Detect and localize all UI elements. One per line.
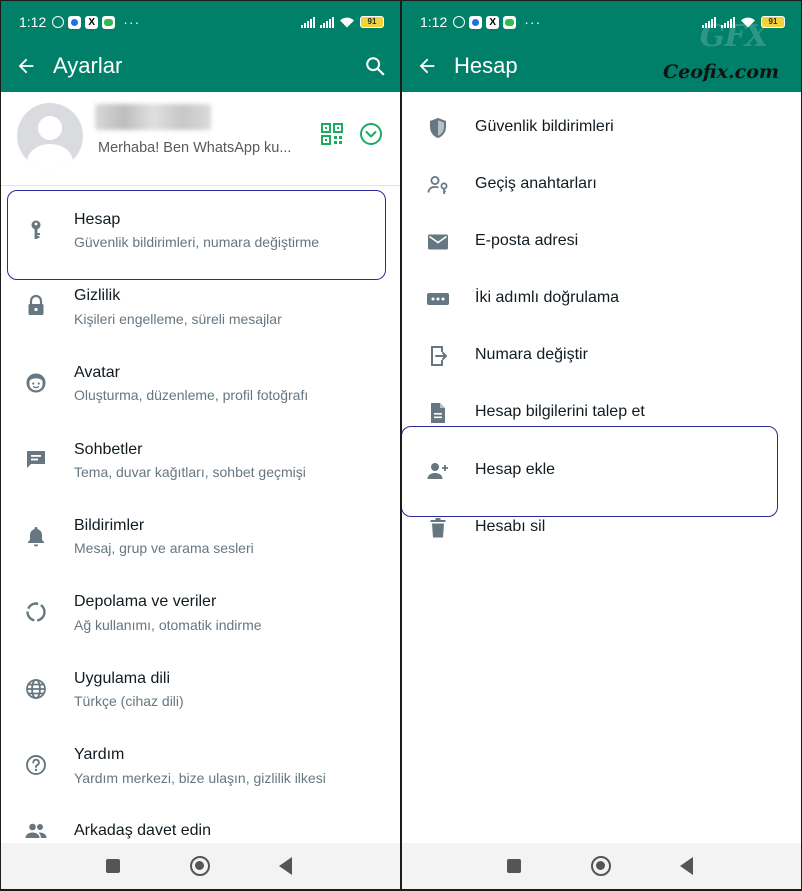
watermark-logo: GFX: [699, 19, 768, 54]
chat-icon: [27, 451, 45, 468]
bell-icon: [28, 527, 44, 547]
back-button[interactable]: [279, 857, 292, 875]
account-item-email[interactable]: E-posta adresi: [402, 214, 801, 271]
account-item-title: İki adımlı doğrulama: [475, 289, 620, 306]
settings-item-title: Gizlilik: [74, 287, 121, 304]
account-item-security-notifications[interactable]: Güvenlik bildirimleri: [402, 100, 801, 157]
help-icon: [26, 755, 46, 775]
trash-icon: [430, 518, 446, 538]
account-item-passkeys[interactable]: Geçiş anahtarları: [402, 157, 801, 214]
home-button[interactable]: [591, 856, 611, 876]
settings-item-subtitle: Mesaj, grup ve arama sesleri: [74, 540, 254, 556]
settings-item-subtitle: Kişileri engelleme, süreli mesajlar: [74, 311, 282, 327]
alarm-icon: [453, 16, 466, 28]
system-nav-bar: [402, 843, 801, 889]
settings-item-chats[interactable]: Sohbetler Tema, duvar kağıtları, sohbet …: [1, 422, 400, 498]
settings-item-storage[interactable]: Depolama ve veriler Ağ kullanımı, otomat…: [1, 575, 400, 651]
search-icon[interactable]: [364, 55, 386, 77]
recents-button[interactable]: [507, 859, 521, 873]
app-bar: Ayarlar: [1, 43, 400, 89]
system-nav-bar: [1, 843, 400, 889]
profile-name-blurred: [95, 104, 211, 130]
settings-item-subtitle: Ağ kullanımı, otomatik indirme: [74, 617, 262, 633]
highlight-hesap-ekle: [402, 426, 778, 517]
settings-item-title: Yardım: [74, 746, 125, 763]
home-button[interactable]: [190, 856, 210, 876]
status-bar: 1:12 X ··· 91: [1, 1, 400, 43]
status-time: 1:12: [19, 14, 47, 30]
lock-icon: [28, 294, 44, 315]
account-item-two-step[interactable]: İki adımlı doğrulama: [402, 271, 801, 328]
change-number-icon: [431, 346, 447, 366]
settings-item-subtitle: Türkçe (cihaz dili): [74, 693, 184, 709]
account-item-title: Geçiş anahtarları: [475, 175, 597, 192]
chevron-down-circle-icon[interactable]: [359, 122, 383, 146]
account-item-title: Güvenlik bildirimleri: [475, 118, 614, 135]
page-title: Ayarlar: [53, 53, 123, 78]
highlight-hesap: [7, 190, 386, 280]
recents-button[interactable]: [106, 859, 120, 873]
settings-item-title: Arkadaş davet edin: [74, 822, 211, 839]
document-icon: [431, 403, 445, 423]
avatar-icon: [26, 373, 46, 393]
settings-item-subtitle: Tema, duvar kağıtları, sohbet geçmişi: [74, 464, 306, 480]
qr-code-icon[interactable]: [320, 122, 344, 146]
account-screen: 1:12 X ··· 91 Hesap GFX Ceofix.com Güven…: [402, 1, 801, 889]
back-arrow-icon[interactable]: [416, 55, 438, 77]
messenger-icon: [469, 15, 483, 29]
settings-item-title: Bildirimler: [74, 517, 145, 534]
settings-item-title: Sohbetler: [74, 441, 143, 458]
people-icon: [25, 823, 47, 838]
avatar[interactable]: [17, 103, 83, 169]
dots-password-icon: [427, 293, 449, 305]
header: 1:12 X ··· 91 Ayarlar: [1, 1, 400, 92]
globe-icon: [26, 679, 46, 699]
page-title: Hesap: [454, 53, 518, 78]
settings-screen: 1:12 X ··· 91 Ayarlar Merhaba! Ben Whats: [1, 1, 400, 889]
x-app-icon: X: [85, 15, 99, 29]
account-item-title: Hesap bilgilerini talep et: [475, 403, 645, 420]
signal-icon: [301, 16, 315, 28]
back-button[interactable]: [680, 857, 693, 875]
settings-item-avatar[interactable]: Avatar Oluşturma, düzenleme, profil foto…: [1, 345, 400, 421]
header: 1:12 X ··· 91 Hesap GFX Ceofix.com: [402, 1, 801, 92]
profile-row[interactable]: Merhaba! Ben WhatsApp ku...: [1, 92, 400, 186]
settings-item-subtitle: Yardım merkezi, bize ulaşın, gizlilik il…: [74, 770, 326, 786]
line-app-icon: [102, 15, 116, 29]
notification-icons: X: [453, 15, 517, 29]
account-item-title: E-posta adresi: [475, 232, 579, 249]
settings-item-privacy[interactable]: Gizlilik Kişileri engelleme, süreli mesa…: [1, 269, 400, 345]
watermark-brand: Ceofix.com: [663, 61, 779, 83]
email-icon: [428, 234, 448, 250]
battery-indicator: 91: [360, 16, 384, 28]
account-item-change-number[interactable]: Numara değiştir: [402, 328, 801, 385]
notification-icons: X: [52, 15, 116, 29]
signal-icon-2: [320, 16, 334, 28]
more-notifications: ···: [524, 14, 542, 30]
messenger-icon: [68, 15, 82, 29]
back-arrow-icon[interactable]: [15, 55, 37, 77]
settings-item-help[interactable]: Yardım Yardım merkezi, bize ulaşın, gizl…: [1, 728, 400, 804]
watermark: GFX Ceofix.com: [659, 15, 779, 87]
settings-item-language[interactable]: Uygulama dili Türkçe (cihaz dili): [1, 651, 400, 727]
profile-status: Merhaba! Ben WhatsApp ku...: [98, 140, 292, 156]
settings-item-subtitle: Oluşturma, düzenleme, profil fotoğrafı: [74, 387, 309, 403]
passkey-icon: [427, 176, 448, 194]
alarm-icon: [52, 16, 65, 28]
more-notifications: ···: [123, 14, 141, 30]
storage-icon: [26, 602, 46, 622]
settings-item-title: Depolama ve veriler: [74, 593, 217, 610]
line-app-icon: [503, 15, 517, 29]
wifi-icon: [340, 17, 354, 28]
shield-icon: [430, 118, 446, 138]
settings-item-notifications[interactable]: Bildirimler Mesaj, grup ve arama sesleri: [1, 498, 400, 574]
status-time: 1:12: [420, 14, 448, 30]
account-item-title: Hesabı sil: [475, 518, 546, 535]
settings-item-title: Avatar: [74, 364, 120, 381]
account-item-title: Numara değiştir: [475, 346, 588, 363]
x-app-icon: X: [486, 15, 500, 29]
settings-item-title: Uygulama dili: [74, 670, 171, 687]
